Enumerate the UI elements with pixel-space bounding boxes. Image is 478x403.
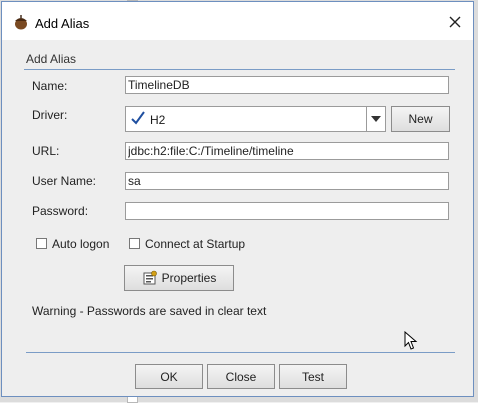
driver-select[interactable]: H2 bbox=[125, 106, 386, 132]
chevron-down-icon[interactable] bbox=[366, 107, 385, 131]
password-label: Password: bbox=[32, 204, 89, 218]
name-field[interactable] bbox=[125, 76, 449, 94]
close-button[interactable]: Close bbox=[207, 364, 275, 389]
window-title: Add Alias bbox=[35, 16, 90, 31]
user-name-label: User Name: bbox=[32, 174, 97, 188]
password-field[interactable] bbox=[125, 202, 449, 220]
user-name-field[interactable] bbox=[125, 172, 449, 190]
properties-label: Properties bbox=[161, 271, 217, 285]
url-field[interactable] bbox=[125, 142, 449, 160]
title-bar[interactable]: Add Alias bbox=[2, 2, 473, 40]
ok-button[interactable]: OK bbox=[135, 364, 203, 389]
new-driver-button[interactable]: New bbox=[391, 106, 450, 132]
url-label: URL: bbox=[32, 144, 60, 158]
close-icon[interactable] bbox=[445, 12, 465, 32]
group-title: Add Alias bbox=[26, 52, 77, 66]
footer-divider bbox=[26, 352, 455, 353]
connect-startup-label: Connect at Startup bbox=[145, 237, 246, 251]
group-divider bbox=[24, 69, 455, 70]
auto-logon-label: Auto logon bbox=[52, 237, 110, 251]
auto-logon-checkbox[interactable] bbox=[36, 238, 47, 249]
driver-label: Driver: bbox=[32, 108, 68, 122]
name-label: Name: bbox=[32, 79, 68, 93]
driver-value: H2 bbox=[150, 113, 166, 127]
test-button[interactable]: Test bbox=[279, 364, 347, 389]
checkmark-icon bbox=[131, 111, 145, 125]
mouse-pointer-icon bbox=[404, 331, 418, 350]
acorn-icon bbox=[15, 15, 27, 30]
properties-button[interactable]: Properties bbox=[124, 265, 234, 291]
warning-text: Warning - Passwords are saved in clear t… bbox=[32, 304, 267, 318]
properties-icon bbox=[143, 270, 157, 285]
connect-startup-checkbox[interactable] bbox=[129, 238, 140, 249]
